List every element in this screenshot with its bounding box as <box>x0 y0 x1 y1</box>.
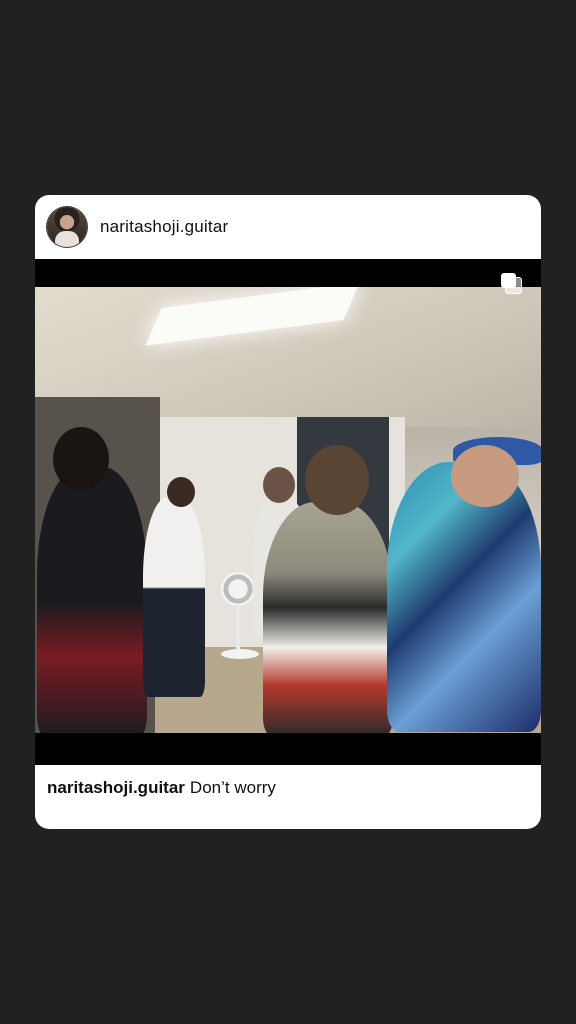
multiple-photos-icon <box>501 273 522 294</box>
photo-person-right-head <box>451 445 519 507</box>
shared-post-card[interactable]: naritashoji.guitar naritashoji.guitar Do… <box>35 195 541 829</box>
photo-person-left-head <box>53 427 109 491</box>
story-screen: { "post": { "username": "naritashoji.gui… <box>0 0 576 1024</box>
post-username[interactable]: naritashoji.guitar <box>100 217 228 237</box>
photo-person-white-shirt <box>143 497 205 697</box>
photo-person-center <box>263 502 393 733</box>
photo-person-white-shirt-head <box>167 477 195 507</box>
photo-person-left <box>37 467 147 733</box>
photo-person-center-head <box>305 445 369 515</box>
caption-text: Don’t worry <box>189 778 276 797</box>
profile-avatar[interactable] <box>47 207 87 247</box>
post-photo <box>35 287 541 733</box>
photo-fan-stand <box>236 605 240 653</box>
post-media[interactable] <box>35 259 541 765</box>
photo-fan <box>221 572 255 606</box>
caption-username[interactable]: naritashoji.guitar <box>47 778 185 797</box>
post-header[interactable]: naritashoji.guitar <box>35 195 541 259</box>
post-caption: naritashoji.guitar Don’t worry <box>47 778 527 800</box>
photo-fan-base <box>221 649 259 659</box>
photo-person-back-head <box>263 467 295 503</box>
photo-person-right <box>387 462 541 732</box>
